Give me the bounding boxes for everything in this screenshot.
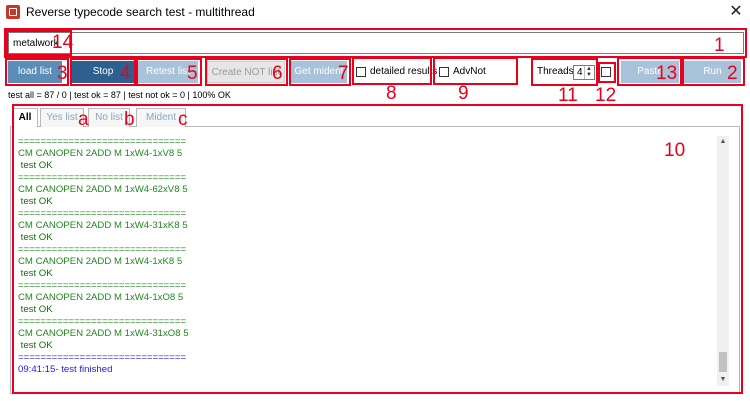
chevron-up-icon[interactable]: ▲ <box>717 136 729 148</box>
detailed-results-label: detailed results <box>370 66 438 77</box>
log-line: test OK <box>18 304 53 315</box>
advnot-checkbox[interactable] <box>439 67 449 77</box>
log-line: ============================== <box>18 244 187 255</box>
log-line: CM CANOPEN 2ADD M 1xW4-31xO8 5 <box>18 328 189 339</box>
annotation-label-9: 9 <box>458 83 469 104</box>
log-line: ============================== <box>18 136 187 147</box>
log-line: CM CANOPEN 2ADD M 1xW4-1xV8 5 <box>18 148 183 159</box>
log-line: ============================== <box>18 316 187 327</box>
test-stats: test all = 87 / 0 | test ok = 87 | test … <box>8 90 231 100</box>
log-line: test OK <box>18 232 53 243</box>
annotation-label-a: a <box>78 109 89 130</box>
log-line: test OK <box>18 196 53 207</box>
spinner-arrows-icon[interactable]: ▲ ▼ <box>584 66 593 79</box>
window-title: Reverse typecode search test - multithre… <box>26 5 255 19</box>
annotation-label-2: 2 <box>727 63 738 84</box>
app-window-icon <box>6 5 20 19</box>
chevron-down-icon[interactable]: ▼ <box>717 374 729 386</box>
annotation-label-b: b <box>124 109 135 130</box>
log-line: test OK <box>18 340 53 351</box>
log-line: test OK <box>18 160 53 171</box>
detailed-results-checkbox[interactable] <box>356 67 366 77</box>
threads-label: Threads <box>537 66 574 77</box>
advnot-label: AdvNot <box>453 66 486 77</box>
annotation-label-8: 8 <box>386 83 397 104</box>
annotation-label-5: 5 <box>187 63 198 84</box>
close-icon[interactable]: ✕ <box>724 1 748 23</box>
annotation-label-13: 13 <box>656 63 678 84</box>
log-line: CM CANOPEN 2ADD M 1xW4-62xV8 5 <box>18 184 188 195</box>
log-line: ============================== <box>18 352 187 363</box>
annotation-label-3: 3 <box>57 63 68 84</box>
log-line: ============================== <box>18 172 187 183</box>
search-input[interactable] <box>8 32 744 54</box>
log-line: CM CANOPEN 2ADD M 1xW4-1xK8 5 <box>18 256 183 267</box>
annotation-label-4: 4 <box>120 63 131 84</box>
scrollbar-thumb[interactable] <box>719 352 727 372</box>
tab-all[interactable]: All <box>12 108 38 127</box>
log-line: CM CANOPEN 2ADD M 1xW4-1xO8 5 <box>18 292 184 303</box>
log-output[interactable]: ============================== CM CANOPEN… <box>18 136 716 386</box>
load-list-button[interactable]: load list <box>8 61 62 83</box>
annotation-label-11: 11 <box>558 85 578 106</box>
log-line: 09:41:15- test finished <box>18 364 113 375</box>
log-line: test OK <box>18 268 53 279</box>
annotation-label-12: 12 <box>595 85 617 106</box>
vertical-scrollbar[interactable] <box>717 136 729 386</box>
annotation-label-6: 6 <box>272 63 283 84</box>
annotation-label-10: 10 <box>664 140 686 161</box>
annotation-label-1: 1 <box>714 35 725 56</box>
log-line: ============================== <box>18 208 187 219</box>
annotation-label-7: 7 <box>338 63 349 84</box>
log-line: ============================== <box>18 280 187 291</box>
annotation-label-c: c <box>178 109 188 130</box>
annotation-label-14: 14 <box>52 32 74 53</box>
option-checkbox[interactable] <box>601 67 611 77</box>
log-line: CM CANOPEN 2ADD M 1xW4-31xK8 5 <box>18 220 188 231</box>
